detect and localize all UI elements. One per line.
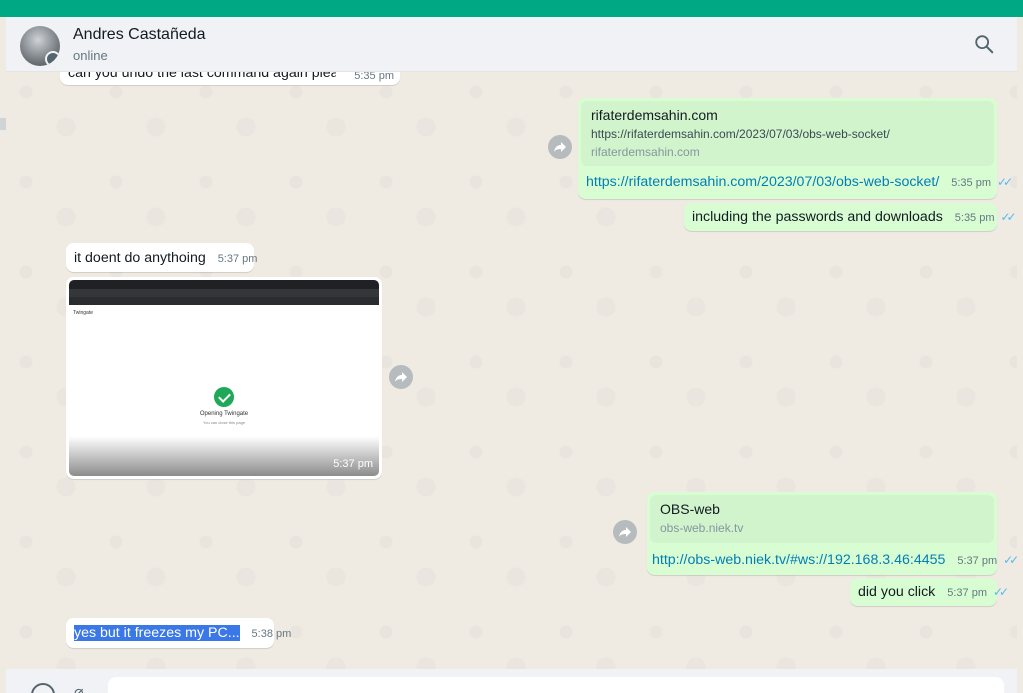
app-top-bar <box>0 0 1023 17</box>
message-incoming[interactable]: yes but it freezes my PC... 5:38 pm <box>66 618 291 648</box>
double-check-icon: ✓✓ <box>996 175 1013 189</box>
message-outgoing[interactable]: did you click 5:37 pm ✓✓ <box>850 578 1009 606</box>
message-text: can you undo the last command again plea… <box>68 72 336 81</box>
message-time: 5:35 pm <box>954 212 995 224</box>
search-icon[interactable] <box>973 33 995 55</box>
double-check-icon: ✓✓ <box>1000 210 1016 224</box>
image-title-text: Opening Twingate <box>199 411 249 417</box>
message-outgoing[interactable]: including the passwords and downloads 5:… <box>684 203 1017 231</box>
chat-panel[interactable]: can you undo the last command again plea… <box>6 72 1017 669</box>
message-time: 5:37 pm <box>957 555 998 567</box>
image-overlay <box>69 436 379 476</box>
message-link[interactable]: http://obs-web.niek.tv/#ws://192.168.3.4… <box>652 552 945 568</box>
message-time: 5:37 pm <box>947 587 987 599</box>
message-time: 5:37 pm <box>333 458 373 470</box>
message-input[interactable] <box>108 677 1004 693</box>
image-logo-text: Twingate <box>73 310 94 316</box>
message-link[interactable]: https://rifaterdemsahin.com/2023/07/03/o… <box>586 174 939 190</box>
message-time: 5:38 pm <box>251 628 292 640</box>
link-preview-domain: obs-web.niek.tv <box>660 521 744 535</box>
avatar[interactable] <box>20 26 60 66</box>
status-badge-icon <box>45 51 60 66</box>
link-preview-domain: rifaterdemsahin.com <box>591 145 700 159</box>
link-preview-card[interactable]: rifaterdemsahin.com https://rifaterdemsa… <box>581 101 994 166</box>
image-browser-tabbar <box>69 280 379 289</box>
message-incoming[interactable]: can you undo the last command again plea… <box>60 72 400 85</box>
message-composer: ⌀ <box>6 669 1017 693</box>
message-outgoing-link[interactable]: rifaterdemsahin.com https://rifaterdemsa… <box>578 98 1013 199</box>
contact-name[interactable]: Andres Castañeda <box>73 26 206 44</box>
link-preview-title: rifaterdemsahin.com <box>591 107 718 123</box>
screenshot-image[interactable]: Twingate Opening Twingate You can close … <box>69 280 379 476</box>
message-outgoing-link[interactable]: OBS-web obs-web.niek.tv http://obs-web.n… <box>647 492 1017 575</box>
forward-icon[interactable] <box>613 520 637 544</box>
chat-header[interactable]: Andres Castañeda online <box>6 17 1017 72</box>
image-browser-bookmarks <box>69 297 379 305</box>
check-icon <box>214 387 234 407</box>
double-check-icon: ✓✓ <box>992 585 1009 599</box>
message-time: 5:37 pm <box>217 253 258 265</box>
message-time: 5:35 pm <box>354 72 394 82</box>
image-browser-urlbar <box>69 289 379 297</box>
link-preview-card[interactable]: OBS-web obs-web.niek.tv <box>650 495 994 543</box>
link-preview-description: https://rifaterdemsahin.com/2023/07/03/o… <box>591 127 890 141</box>
message-incoming[interactable]: it doent do anythoing 5:37 pm <box>66 243 257 272</box>
message-text: did you click <box>858 584 936 600</box>
forward-icon[interactable] <box>389 365 413 389</box>
contact-status: online <box>73 48 108 63</box>
forward-icon[interactable] <box>548 135 572 159</box>
emoji-icon[interactable] <box>31 683 55 693</box>
link-preview-title: OBS-web <box>660 501 720 517</box>
double-check-icon: ✓✓ <box>1003 553 1017 567</box>
image-subtitle-text: You can close this page <box>202 420 246 425</box>
attach-icon[interactable]: ⌀ <box>74 682 84 693</box>
message-text: it doent do anythoing <box>74 250 206 266</box>
message-incoming-image[interactable]: Twingate Opening Twingate You can close … <box>66 277 382 479</box>
message-text-selected[interactable]: yes but it freezes my PC... <box>74 625 240 641</box>
message-text: including the passwords and downloads <box>692 209 943 225</box>
message-time: 5:35 pm <box>951 177 991 189</box>
